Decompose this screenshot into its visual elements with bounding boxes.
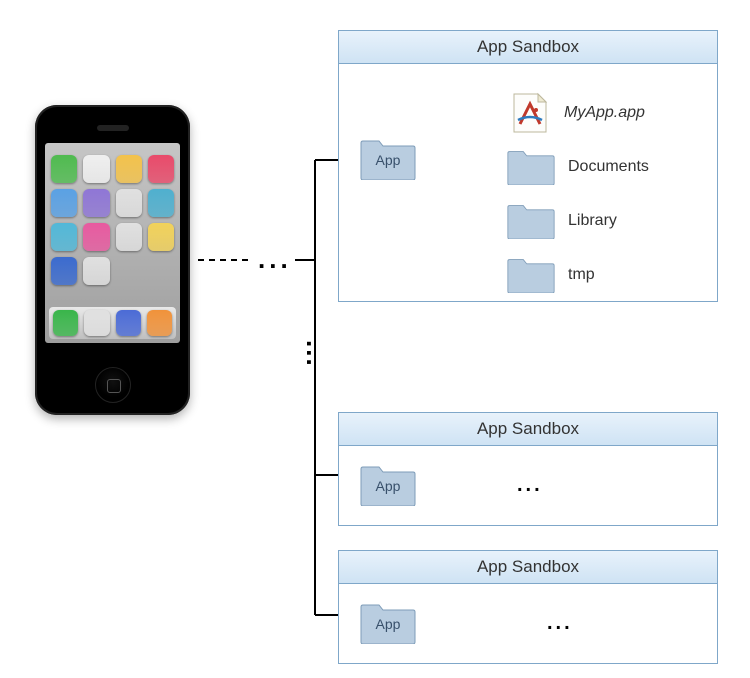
- phone-app-icon: [148, 155, 174, 183]
- app-file-icon: [506, 90, 552, 136]
- tree-item-label: Library: [568, 212, 617, 230]
- ellipsis-vertical: ...: [303, 340, 329, 368]
- tree-item-label: tmp: [568, 266, 595, 284]
- phone-app-icon: [83, 223, 109, 251]
- app-folder-label-3: App: [376, 616, 401, 632]
- phone-app-icon: [51, 223, 77, 251]
- phone-app-icon: [51, 189, 77, 217]
- app-folder-label-1: App: [376, 152, 401, 168]
- sandbox-title-2: App Sandbox: [339, 413, 717, 446]
- phone-dock-icon: [53, 310, 78, 336]
- tree-item-label: MyApp.app: [564, 104, 645, 122]
- phone-home-button: [95, 367, 131, 403]
- phone-app-icon: [83, 155, 109, 183]
- phone-dock-icon: [116, 310, 141, 336]
- tree-item: MyApp.app: [506, 90, 697, 136]
- diagram-root: ... App Sandbox App MyApp.app Documents Li…: [20, 20, 730, 658]
- phone-app-icon: [83, 257, 109, 285]
- phone-home-grid: [51, 155, 174, 285]
- sandbox-title-3: App Sandbox: [339, 551, 717, 584]
- phone-statusbar: [49, 145, 176, 153]
- tree-item: Documents: [506, 144, 697, 190]
- phone-speaker: [97, 125, 129, 131]
- sandbox-box-3: App Sandbox App ...: [338, 550, 718, 664]
- tree-item-label: Documents: [568, 158, 649, 176]
- folder-icon: [506, 257, 556, 293]
- phone-dock-icon: [84, 310, 109, 336]
- ellipsis-sandbox-3: ...: [547, 613, 573, 633]
- phone-app-icon: [148, 189, 174, 217]
- phone-app-icon: [116, 155, 142, 183]
- tree-item: Library: [506, 198, 697, 244]
- sandbox-title-1: App Sandbox: [339, 31, 717, 64]
- ellipsis-sandbox-2: ...: [517, 475, 543, 495]
- phone-app-icon: [51, 155, 77, 183]
- app-folder-2: App: [359, 464, 417, 506]
- sandbox-box-1: App Sandbox App MyApp.app Documents Librar…: [338, 30, 718, 302]
- phone-dock-icon: [147, 310, 172, 336]
- sandbox-box-2: App Sandbox App ...: [338, 412, 718, 526]
- tree-item: tmp: [506, 252, 697, 298]
- sandbox-tree: MyApp.app Documents Library tmp: [454, 82, 697, 306]
- phone-app-icon: [116, 189, 142, 217]
- phone-screen: [45, 143, 180, 343]
- phone-app-icon: [116, 223, 142, 251]
- ellipsis-horizontal-1: ...: [258, 246, 292, 272]
- folder-icon: [506, 149, 556, 185]
- iphone-device: [35, 105, 190, 415]
- phone-dock: [49, 307, 176, 339]
- phone-app-icon: [51, 257, 77, 285]
- app-folder-3: App: [359, 602, 417, 644]
- phone-app-icon: [83, 189, 109, 217]
- app-folder-label-2: App: [376, 478, 401, 494]
- app-folder-1: App: [359, 138, 417, 180]
- folder-icon: [506, 203, 556, 239]
- phone-app-icon: [148, 223, 174, 251]
